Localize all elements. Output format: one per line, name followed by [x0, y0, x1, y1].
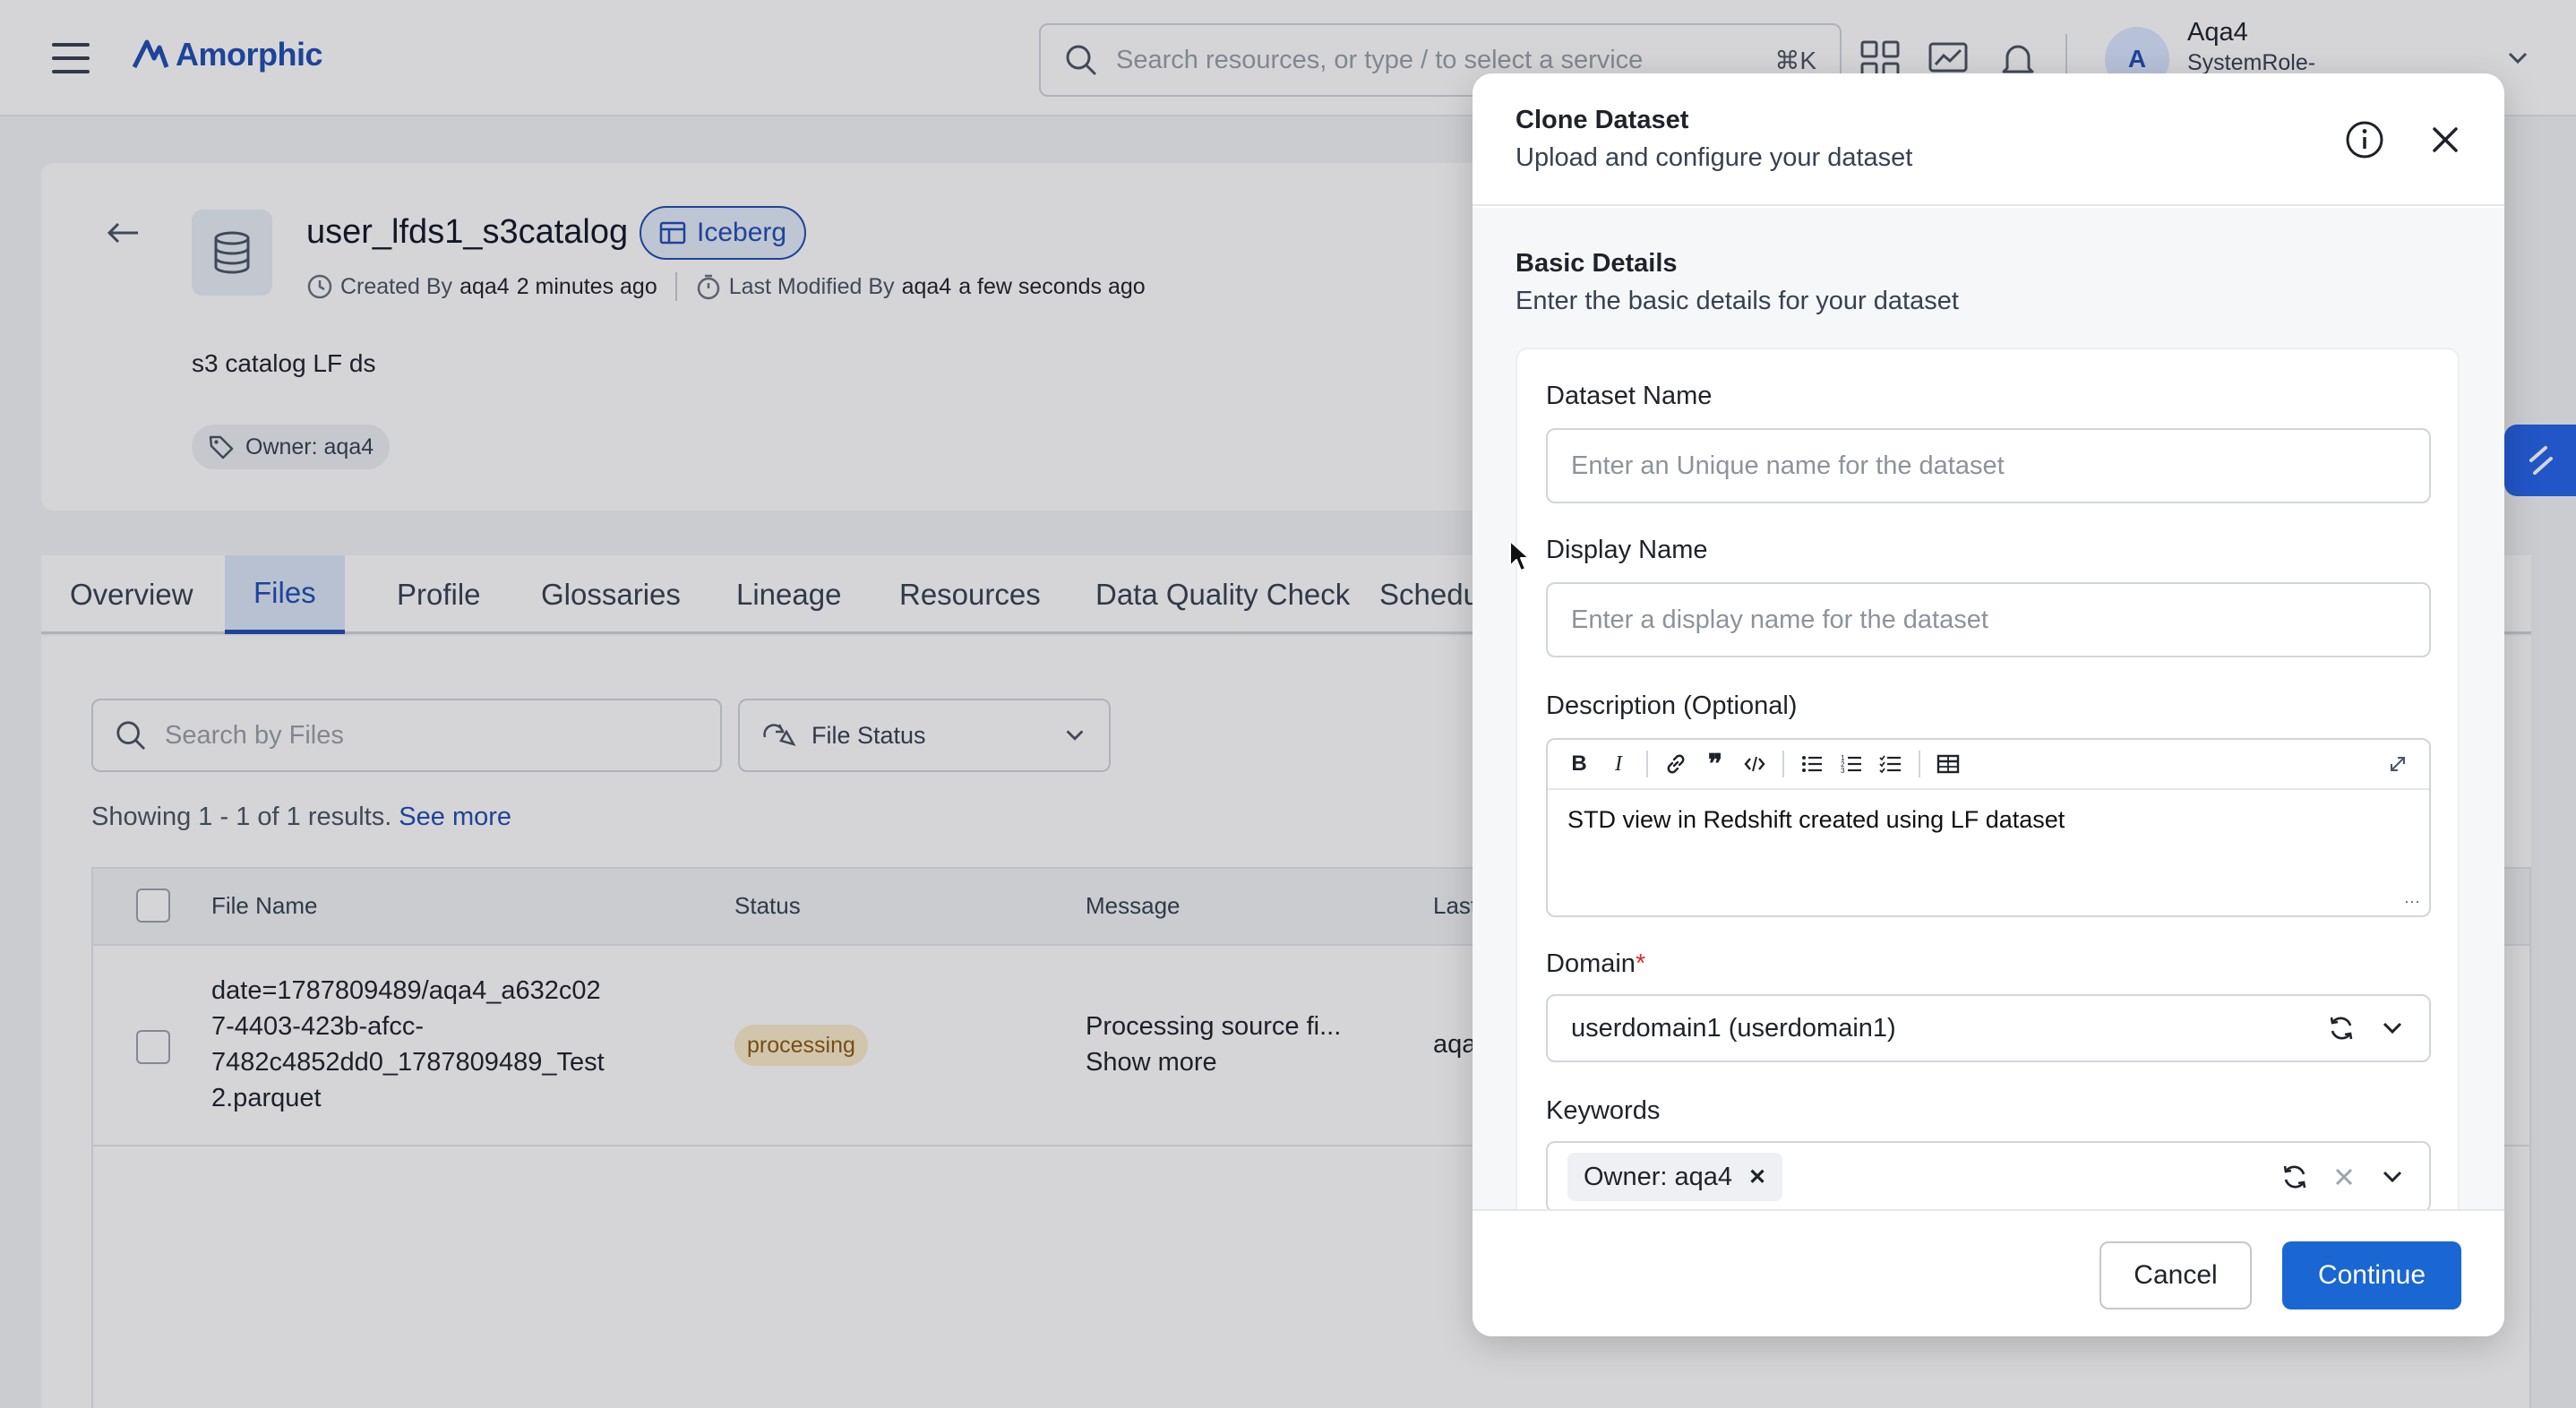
description-editor[interactable]: B I ❞ 123 STD view in Redshift created u…	[1546, 738, 2431, 917]
basic-details-form: Dataset Name Enter an Unique name for th…	[1516, 348, 2460, 1281]
expand-editor-icon[interactable]	[2383, 749, 2413, 779]
keywords-controls	[2280, 1163, 2406, 1191]
editor-toolbar: B I ❞ 123	[1548, 740, 2429, 790]
required-mark: *	[1635, 949, 1646, 978]
toolbar-divider	[1782, 751, 1784, 777]
domain-controls	[2327, 1014, 2406, 1043]
svg-text:3: 3	[1841, 767, 1845, 775]
keyword-chip: Owner: aqa4 ✕	[1567, 1153, 1783, 1201]
keyword-chips: Owner: aqa4 ✕	[1567, 1153, 2280, 1201]
dataset-name-input[interactable]: Enter an Unique name for the dataset	[1546, 428, 2431, 503]
dialog-body[interactable]: Basic Details Enter the basic details fo…	[1473, 208, 2504, 1281]
keywords-label: Keywords	[1546, 1096, 1661, 1125]
dataset-name-label: Dataset Name	[1546, 382, 1713, 410]
mouse-cursor-icon	[1509, 540, 1530, 571]
refresh-icon[interactable]	[2280, 1163, 2309, 1191]
domain-label-text: Domain	[1546, 949, 1636, 978]
insert-table-icon[interactable]	[1933, 749, 1963, 779]
continue-button[interactable]: Continue	[2282, 1241, 2461, 1309]
domain-label: Domain*	[1546, 949, 1645, 979]
keyword-chip-label: Owner: aqa4	[1584, 1162, 1733, 1191]
keywords-select[interactable]: Owner: aqa4 ✕	[1546, 1141, 2431, 1213]
italic-icon[interactable]: I	[1603, 749, 1634, 779]
numbered-list-icon[interactable]: 123	[1836, 749, 1867, 779]
section-subtitle: Enter the basic details for your dataset	[1516, 287, 1959, 315]
remove-chip-icon[interactable]: ✕	[1748, 1164, 1766, 1190]
checklist-icon[interactable]	[1876, 749, 1906, 779]
link-icon[interactable]	[1661, 749, 1691, 779]
blockquote-icon[interactable]: ❞	[1700, 749, 1730, 779]
section-title: Basic Details	[1516, 249, 1678, 278]
dialog-title: Clone Dataset	[1516, 106, 1689, 134]
clear-icon[interactable]	[2332, 1165, 2356, 1189]
domain-select[interactable]: userdomain1 (userdomain1)	[1546, 994, 2431, 1062]
dialog-subtitle: Upload and configure your dataset	[1516, 143, 1913, 172]
dataset-name-placeholder: Enter an Unique name for the dataset	[1571, 451, 2005, 480]
cancel-button[interactable]: Cancel	[2099, 1241, 2252, 1309]
info-icon[interactable]	[2345, 120, 2384, 159]
display-name-input[interactable]: Enter a display name for the dataset	[1546, 582, 2431, 657]
bold-icon[interactable]: B	[1564, 749, 1594, 779]
dialog-footer: Cancel Continue	[1473, 1209, 2504, 1336]
refresh-icon[interactable]	[2327, 1014, 2356, 1043]
domain-value: userdomain1 (userdomain1)	[1571, 1013, 1896, 1043]
clone-dataset-dialog: Clone Dataset Upload and configure your …	[1473, 73, 2504, 1336]
resize-handle-icon[interactable]: ⋯	[2404, 893, 2420, 912]
display-name-label: Display Name	[1546, 536, 1708, 564]
toolbar-divider	[1919, 751, 1920, 777]
description-label: Description (Optional)	[1546, 691, 1798, 720]
chevron-down-icon[interactable]	[2379, 1163, 2406, 1190]
bullet-list-icon[interactable]	[1797, 749, 1827, 779]
toolbar-divider	[1646, 751, 1648, 777]
description-text: STD view in Redshift created using LF da…	[1567, 806, 2065, 833]
display-name-placeholder: Enter a display name for the dataset	[1571, 605, 1988, 634]
code-icon[interactable]	[1739, 749, 1770, 779]
dialog-header: Clone Dataset Upload and configure your …	[1473, 73, 2504, 206]
chevron-down-icon[interactable]	[2379, 1015, 2406, 1042]
close-icon[interactable]	[2427, 122, 2463, 158]
